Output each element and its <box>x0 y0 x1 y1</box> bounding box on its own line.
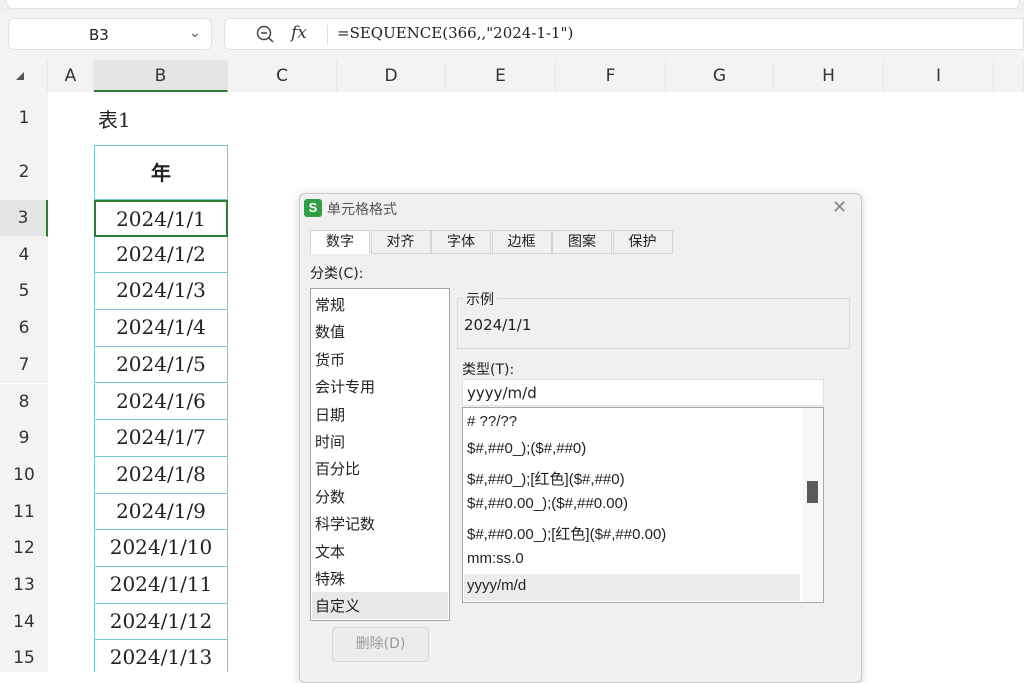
column-header-e[interactable]: E <box>446 60 556 92</box>
row-header-7[interactable]: 7 <box>0 346 48 384</box>
date-cell[interactable]: 2024/1/8 <box>94 456 228 494</box>
row-header-3[interactable]: 3 <box>0 200 48 237</box>
column-header-g[interactable]: G <box>666 60 774 92</box>
type-label: 类型(T): <box>462 362 515 378</box>
column-header-b[interactable]: B <box>94 60 228 92</box>
row-header-14[interactable]: 14 <box>0 603 48 641</box>
date-cell[interactable]: 2024/1/7 <box>94 420 228 457</box>
fx-icon[interactable]: fx <box>291 23 307 43</box>
category-item[interactable]: 文本 <box>315 541 345 562</box>
table-title[interactable]: 表1 <box>98 104 131 133</box>
row-header-12[interactable]: 12 <box>0 530 48 567</box>
sample-group: 示例 2024/1/1 <box>457 289 850 349</box>
row-header-8[interactable]: 8 <box>0 383 48 421</box>
format-list[interactable]: # ??/?? $#,##0_);($#,##0) $#,##0_);[红色]($#… <box>462 407 824 603</box>
date-cell[interactable]: 2024/1/2 <box>94 236 228 274</box>
sample-value: 2024/1/1 <box>464 316 532 334</box>
row-header-4[interactable]: 4 <box>0 236 48 274</box>
tab-5[interactable]: 保护 <box>612 230 673 254</box>
row-header-1[interactable]: 1 <box>0 92 48 145</box>
column-header-partial[interactable] <box>994 60 1024 92</box>
category-item[interactable]: 自定义 <box>315 595 360 616</box>
delete-button[interactable]: 删除(D) <box>332 627 429 662</box>
select-all-icon[interactable] <box>16 72 24 80</box>
close-icon[interactable]: ✕ <box>832 197 847 218</box>
app-logo-icon: S <box>304 199 322 217</box>
format-item[interactable]: # ??/?? <box>467 413 517 430</box>
name-box[interactable]: B3 ⌄ <box>8 18 212 50</box>
category-item[interactable]: 特殊 <box>315 568 345 589</box>
category-item[interactable]: 货币 <box>315 349 345 370</box>
category-item[interactable]: 科学记数 <box>315 513 375 534</box>
formula-input[interactable]: =SEQUENCE(366,,"2024-1-1") <box>337 24 573 42</box>
category-item[interactable]: 分数 <box>315 486 345 507</box>
tab-0[interactable]: 数字 <box>310 230 370 254</box>
category-label: 分类(C): <box>310 266 364 282</box>
chevron-down-icon[interactable]: ⌄ <box>189 25 201 41</box>
tab-4[interactable]: 图案 <box>552 230 612 254</box>
name-box-value: B3 <box>89 26 109 44</box>
category-item[interactable]: 会计专用 <box>315 376 375 397</box>
window-top-edge <box>6 0 1020 9</box>
format-list-scrollbar[interactable] <box>803 408 823 602</box>
category-list[interactable]: 常规数值货币会计专用日期时间百分比分数科学记数文本特殊自定义 <box>310 288 450 621</box>
format-item[interactable]: $#,##0.00_);[红色]($#,##0.00) <box>467 523 666 544</box>
formula-bar: B3 ⌄ fx =SEQUENCE(366,,"2024-1-1") <box>0 12 1024 60</box>
sample-label: 示例 <box>463 289 497 309</box>
column-header-d[interactable]: D <box>337 60 446 92</box>
window-top-strip <box>0 0 1024 12</box>
format-item[interactable]: $#,##0_);[红色]($#,##0) <box>467 468 625 489</box>
date-cell[interactable]: 2024/1/11 <box>94 567 228 604</box>
category-item[interactable]: 日期 <box>315 404 345 425</box>
format-cells-dialog: S 单元格格式 ✕ 数字 对齐 字体 边框 图案 保护 分类(C): 常规数值货币会计专用… <box>299 193 862 683</box>
date-cell[interactable]: 2024/1/9 <box>94 493 228 531</box>
category-item[interactable]: 时间 <box>315 431 345 452</box>
date-cell[interactable]: 2024/1/13 <box>94 640 228 672</box>
formula-box[interactable]: fx =SEQUENCE(366,,"2024-1-1") <box>224 18 1024 50</box>
date-cell[interactable]: 2024/1/6 <box>94 383 228 421</box>
column-header-h[interactable]: H <box>774 60 884 92</box>
row-header-13[interactable]: 13 <box>0 567 48 604</box>
row-header-10[interactable]: 10 <box>0 456 48 494</box>
date-cell[interactable]: 2024/1/1 <box>94 200 228 237</box>
header-cell-year[interactable]: 年 <box>94 145 228 200</box>
dialog-title: 单元格格式 <box>327 202 397 218</box>
formula-separator <box>327 25 328 45</box>
column-header-f[interactable]: F <box>556 60 666 92</box>
format-item[interactable]: $#,##0.00_);($#,##0.00) <box>467 495 628 512</box>
row-header-15[interactable]: 15 <box>0 640 48 672</box>
category-item[interactable]: 常规 <box>315 294 345 315</box>
row-header-2[interactable]: 2 <box>0 145 48 200</box>
date-cell[interactable]: 2024/1/5 <box>94 346 228 384</box>
type-input[interactable]: yyyy/m/d <box>462 379 824 406</box>
row-header-11[interactable]: 11 <box>0 493 48 531</box>
column-header-c[interactable]: C <box>228 60 337 92</box>
tab-3[interactable]: 边框 <box>491 230 552 254</box>
category-item[interactable]: 百分比 <box>315 458 360 479</box>
date-cell[interactable]: 2024/1/4 <box>94 310 228 347</box>
row-header-5[interactable]: 5 <box>0 273 48 311</box>
select-all-corner[interactable] <box>0 60 48 92</box>
tab-2[interactable]: 字体 <box>431 230 491 254</box>
scrollbar-thumb[interactable] <box>807 481 818 503</box>
category-item[interactable]: 数值 <box>315 321 345 342</box>
column-header-a[interactable]: A <box>48 60 94 92</box>
zoom-icon[interactable] <box>255 24 275 44</box>
row-header-6[interactable]: 6 <box>0 310 48 347</box>
format-item[interactable]: yyyy/m/d <box>467 577 526 594</box>
format-item[interactable]: $#,##0_);($#,##0) <box>467 440 586 457</box>
tab-1[interactable]: 对齐 <box>370 230 431 254</box>
column-header-i[interactable]: I <box>884 60 994 92</box>
date-cell[interactable]: 2024/1/12 <box>94 603 228 641</box>
row-header-9[interactable]: 9 <box>0 420 48 457</box>
date-cell[interactable]: 2024/1/10 <box>94 530 228 567</box>
format-item[interactable]: mm:ss.0 <box>467 550 524 567</box>
date-cell[interactable]: 2024/1/3 <box>94 273 228 311</box>
